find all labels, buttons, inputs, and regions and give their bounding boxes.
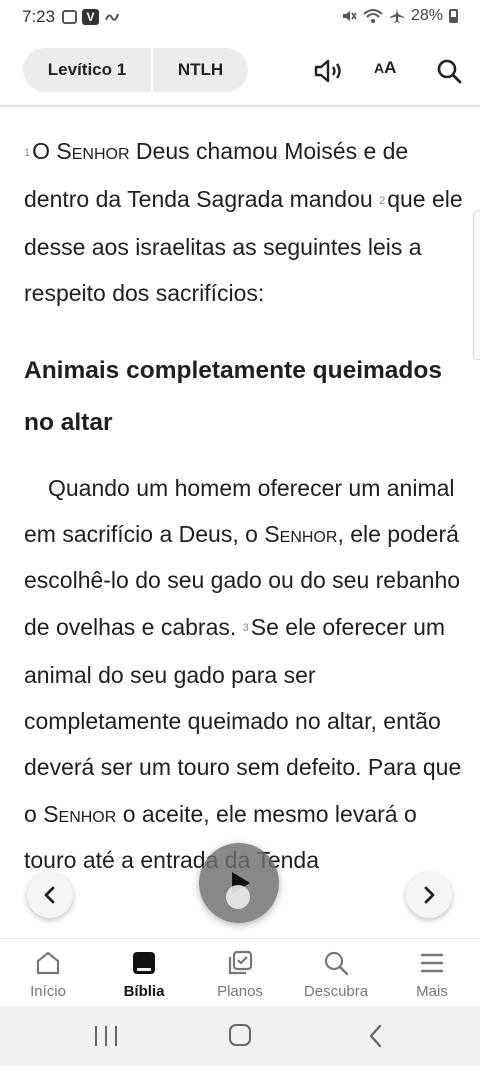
- battery-icon: [449, 9, 458, 23]
- nav-label: Planos: [217, 983, 263, 1000]
- home-button-icon[interactable]: [229, 1024, 251, 1046]
- verse-number[interactable]: 3: [243, 622, 249, 634]
- vpn-app-icon: V: [82, 9, 99, 25]
- scroll-thumb[interactable]: [473, 210, 480, 360]
- nav-inicio[interactable]: Início: [0, 939, 96, 1007]
- verse-text[interactable]: Se ele oferecer um animal do seu gado pa…: [24, 614, 461, 827]
- bottom-navigation: Início Bíblia Planos Descubra Mais: [0, 938, 480, 1007]
- verse-number[interactable]: 1: [24, 147, 30, 159]
- status-notification-icons: V: [62, 9, 120, 25]
- text-size-button[interactable]: AA: [374, 58, 396, 78]
- recent-apps-icon[interactable]: [95, 1026, 117, 1046]
- book-chapter-button[interactable]: Levítico 1: [23, 48, 153, 92]
- battery-level: 28%: [410, 7, 443, 24]
- nav-planos[interactable]: Planos: [192, 939, 288, 1007]
- text-size-big-a: A: [384, 58, 397, 77]
- plans-checklist-icon: [228, 950, 253, 975]
- chevron-left-icon: [44, 886, 55, 904]
- paragraph-2: Quando um homem oferecer um animal em sa…: [24, 465, 464, 883]
- nav-descubra[interactable]: Descubra: [288, 939, 384, 1007]
- verse-text[interactable]: O: [32, 138, 56, 164]
- back-icon[interactable]: [366, 1023, 386, 1049]
- nav-mais[interactable]: Mais: [384, 939, 480, 1007]
- reader-header: Levítico 1 NTLH AA: [0, 48, 480, 94]
- discover-search-icon: [324, 951, 349, 976]
- home-icon: [36, 951, 60, 975]
- menu-icon: [420, 953, 444, 973]
- bible-book-icon: [133, 952, 155, 974]
- header-divider: [0, 105, 480, 107]
- play-audio-button[interactable]: [199, 843, 279, 923]
- mute-icon: [342, 11, 357, 21]
- nav-biblia[interactable]: Bíblia: [96, 939, 192, 1007]
- version-button[interactable]: NTLH: [153, 48, 248, 92]
- status-bar: 7:23 V 28%: [0, 0, 480, 36]
- link-icon: [105, 13, 119, 21]
- nav-label: Descubra: [303, 983, 369, 1000]
- airplane-mode-icon: [389, 9, 404, 23]
- status-system-icons: 28%: [341, 7, 458, 25]
- previous-chapter-button[interactable]: [27, 872, 73, 918]
- status-time: 7:23: [22, 7, 56, 26]
- divine-name[interactable]: Senhor: [43, 801, 116, 827]
- reference-selector: Levítico 1 NTLH: [23, 48, 248, 92]
- next-chapter-button[interactable]: [406, 872, 452, 918]
- nav-label: Início: [30, 983, 66, 1000]
- search-icon[interactable]: [436, 58, 462, 84]
- bible-reading-pane[interactable]: 1O Senhor Deus chamou Moisés e de dentro…: [24, 128, 464, 938]
- system-navigation-bar: [0, 1006, 480, 1066]
- paragraph-1: 1O Senhor Deus chamou Moisés e de dentro…: [24, 128, 464, 317]
- section-heading: Animais completamente queimados no altar: [24, 356, 442, 436]
- nav-label: Bíblia: [123, 983, 165, 1000]
- verse-number[interactable]: 2: [379, 195, 385, 207]
- wifi-icon: [363, 9, 383, 23]
- nav-label: Mais: [416, 983, 448, 1000]
- divine-name[interactable]: Senhor: [264, 521, 337, 547]
- audio-speaker-icon[interactable]: [312, 57, 344, 85]
- screenshot-icon: [62, 10, 77, 24]
- audio-drag-handle[interactable]: [226, 885, 250, 909]
- divine-name[interactable]: Senhor: [56, 138, 129, 164]
- chevron-right-icon: [424, 886, 435, 904]
- text-size-small-a: A: [374, 60, 385, 76]
